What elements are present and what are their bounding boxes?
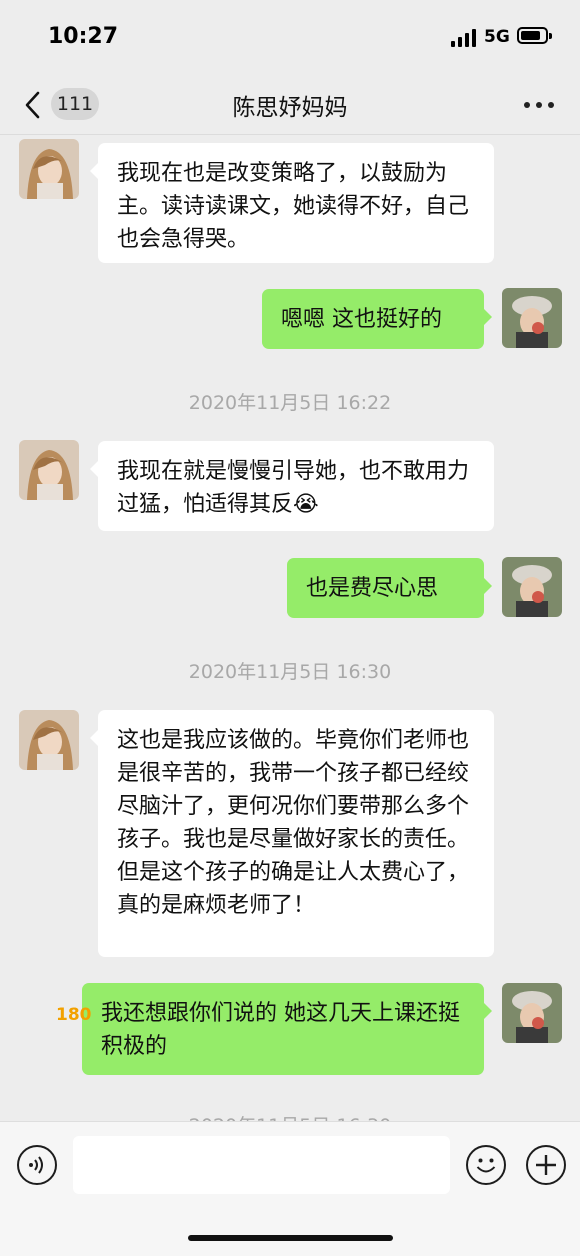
avatar-photo-icon — [502, 288, 562, 348]
message-bubble-outgoing[interactable]: 我还想跟你们说的 她这几天上课还挺积极的 — [82, 983, 492, 1075]
network-label: 5G — [484, 27, 510, 47]
message-timestamp: 2020年11月5日 16:30 — [188, 661, 392, 683]
unread-count-badge[interactable]: 111 — [51, 88, 99, 120]
emoji-icon[interactable] — [466, 1145, 506, 1185]
message-bubble-incoming[interactable]: 这也是我应该做的。毕竟你们老师也是很辛苦的，我带一个孩子都已经绞尽脑汁了，更何况… — [90, 710, 494, 957]
avatar-photo-icon — [502, 983, 562, 1043]
avatar-photo-icon — [19, 440, 79, 500]
signal-icon — [451, 29, 477, 47]
more-options-icon[interactable] — [524, 102, 554, 110]
chat-message-list[interactable]: 我现在也是改变策略了，以鼓励为主。读诗读课文，她读得不好，自己也会急得哭。 嗯嗯… — [0, 135, 580, 1121]
message-text: 我现在也是改变策略了，以鼓励为主。读诗读课文，她读得不好，自己也会急得哭。 — [117, 161, 470, 252]
message-text: 我还想跟你们说的 她这几天上课还挺积极的 — [101, 1001, 460, 1059]
my-avatar[interactable] — [502, 288, 562, 348]
contact-avatar[interactable] — [19, 440, 79, 500]
home-indicator — [188, 1235, 393, 1241]
avatar-photo-icon — [19, 139, 79, 199]
my-avatar[interactable] — [502, 557, 562, 617]
chat-header: 陈思妤妈妈 111 — [0, 76, 580, 135]
message-input[interactable] — [73, 1136, 450, 1194]
back-chevron-icon[interactable] — [18, 88, 52, 122]
message-bubble-outgoing[interactable]: 也是费尽心思 — [287, 558, 492, 618]
status-bar: 10:27 5G — [0, 0, 580, 76]
voice-icon[interactable] — [17, 1145, 57, 1185]
avatar-photo-icon — [19, 710, 79, 770]
message-timestamp: 2020年11月5日 16:30 — [0, 1111, 580, 1121]
status-time: 10:27 — [48, 24, 119, 49]
battery-icon — [517, 27, 552, 44]
message-text: 这也是我应该做的。毕竟你们老师也是很辛苦的，我带一个孩子都已经绞尽脑汁了，更何况… — [117, 728, 470, 918]
message-bubble-incoming[interactable]: 我现在也是改变策略了，以鼓励为主。读诗读课文，她读得不好，自己也会急得哭。 — [90, 143, 494, 263]
message-bubble-incoming[interactable]: 我现在就是慢慢引导她，也不敢用力过猛，怕适得其反😭 — [90, 441, 494, 531]
message-bubble-outgoing[interactable]: 嗯嗯 这也挺好的 — [262, 289, 492, 349]
message-timestamp: 2020年11月5日 16:22 — [188, 392, 392, 414]
plus-icon[interactable] — [526, 1145, 566, 1185]
contact-avatar[interactable] — [19, 710, 79, 770]
message-text: 也是费尽心思 — [306, 576, 439, 601]
message-text: 我现在就是慢慢引导她，也不敢用力过猛，怕适得其反😭 — [117, 459, 470, 517]
contact-avatar[interactable] — [19, 139, 79, 199]
message-text: 嗯嗯 这也挺好的 — [281, 307, 442, 332]
my-avatar[interactable] — [502, 983, 562, 1043]
overlay-number-tag: 180 — [56, 1005, 92, 1025]
avatar-photo-icon — [502, 557, 562, 617]
